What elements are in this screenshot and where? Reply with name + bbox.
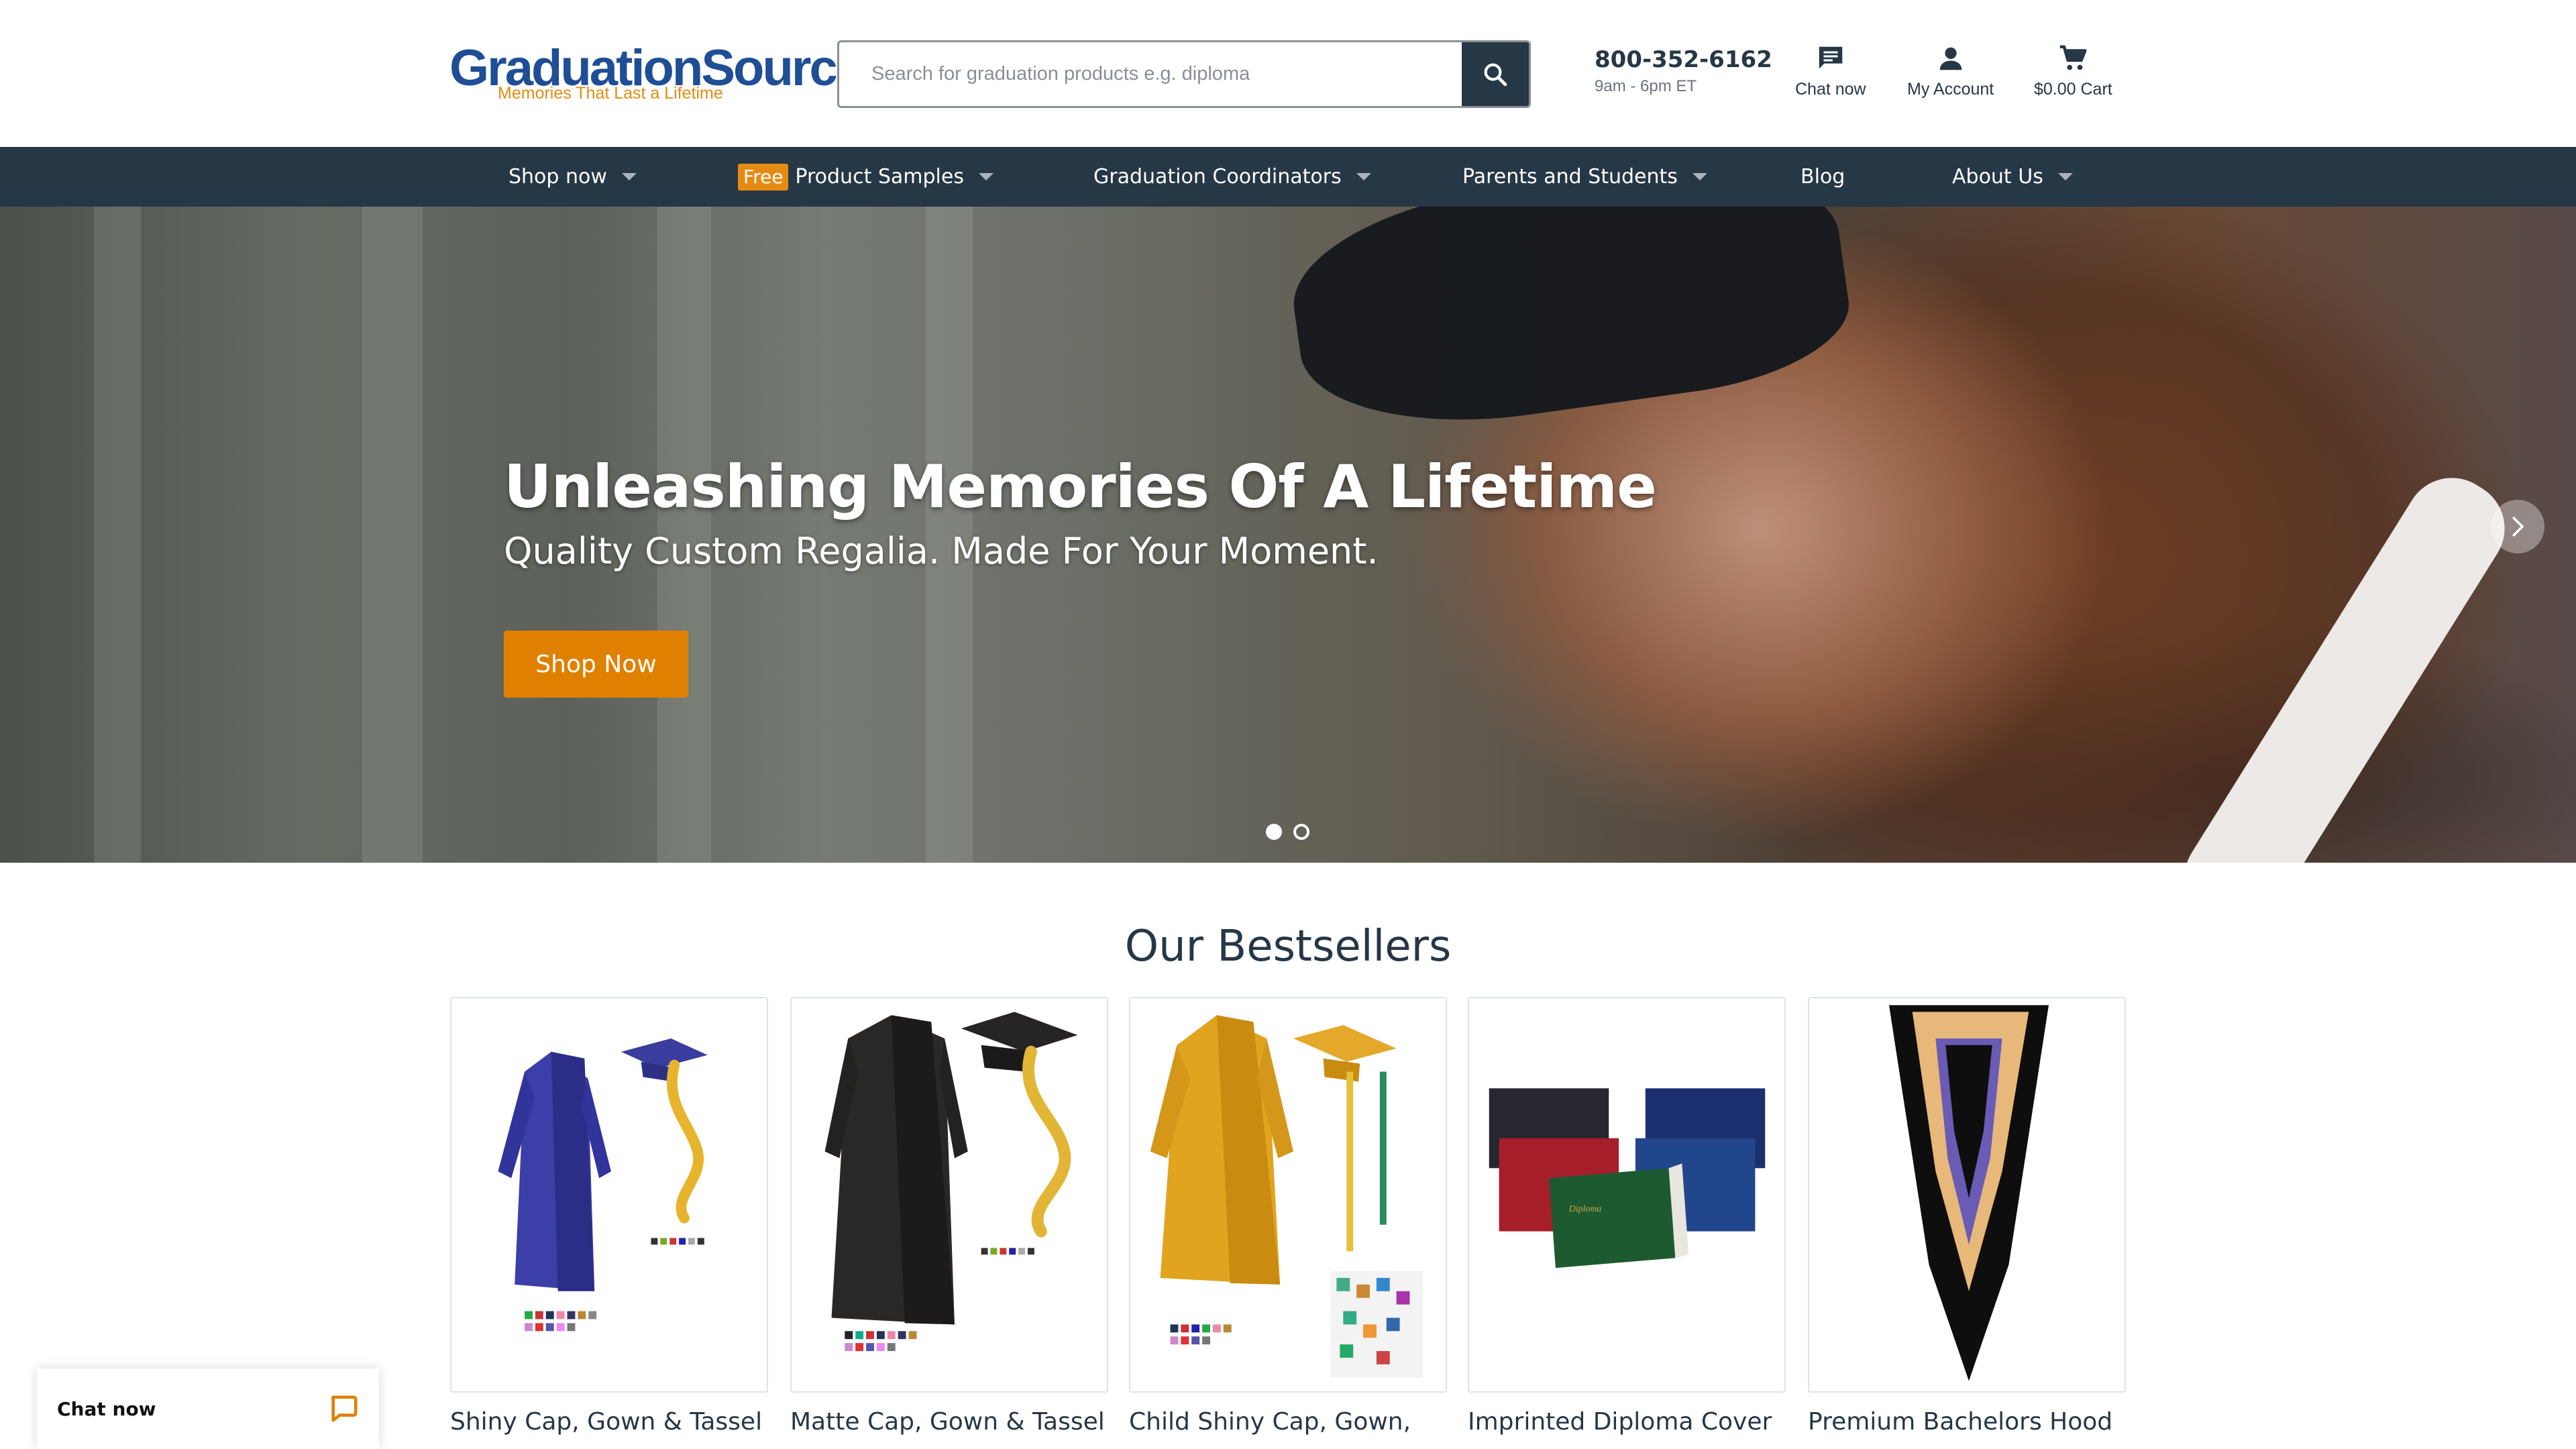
- nav-shop-now[interactable]: Shop now: [508, 147, 637, 207]
- chevron-down-icon: [978, 173, 994, 180]
- product-card-shiny-cap-gown[interactable]: [450, 997, 768, 1393]
- phone-contact[interactable]: 800-352-6162 9am - 6pm ET: [1595, 44, 1772, 98]
- chevron-right-icon: [2512, 517, 2524, 537]
- free-badge: Free: [738, 163, 789, 191]
- nav-blog[interactable]: Blog: [1801, 147, 1845, 207]
- product-title[interactable]: Matte Cap, Gown & Tassel: [790, 1403, 1105, 1441]
- hero-title: Unleashing Memories Of A Lifetime: [504, 452, 1657, 521]
- nav-graduation-coordinators[interactable]: Graduation Coordinators: [1093, 147, 1371, 207]
- chat-widget-label: Chat now: [57, 1397, 156, 1420]
- nav-label: Parents and Students: [1462, 165, 1678, 189]
- product-title[interactable]: Shiny Cap, Gown & Tassel: [450, 1403, 762, 1441]
- cart-label: $0.00 Cart: [2034, 80, 2112, 99]
- svg-text:Diploma: Diploma: [1568, 1204, 1602, 1214]
- product-title[interactable]: Premium Bachelors Hood: [1808, 1403, 2112, 1441]
- chat-label: Chat now: [1795, 80, 1866, 99]
- logo-tagline: Memories That Last a Lifetime: [498, 84, 723, 103]
- search-icon: [1484, 63, 1507, 86]
- nav-label: Shop now: [508, 165, 607, 189]
- nav-about-us[interactable]: About Us: [1952, 147, 2073, 207]
- product-image: [1888, 1005, 2049, 1381]
- logo[interactable]: GraduationSource Memories That Last a Li…: [449, 42, 864, 109]
- hero-subtitle: Quality Custom Regalia. Made For Your Mo…: [504, 530, 1379, 572]
- my-account-button[interactable]: My Account: [1907, 43, 1994, 99]
- search-input[interactable]: [839, 42, 1463, 106]
- carousel-dot-2[interactable]: [1293, 824, 1309, 840]
- product-card-child-shiny[interactable]: [1129, 997, 1447, 1393]
- chevron-down-icon: [621, 173, 637, 180]
- carousel-dot-1[interactable]: [1266, 824, 1282, 840]
- chat-icon: [1819, 46, 1843, 69]
- search-bar: [837, 40, 1531, 108]
- chevron-down-icon: [2057, 173, 2073, 180]
- nav-label: Graduation Coordinators: [1093, 165, 1342, 189]
- product-image: [1150, 1015, 1424, 1378]
- phone-number[interactable]: 800-352-6162: [1595, 44, 1772, 75]
- nav-label: Blog: [1801, 165, 1845, 189]
- account-label: My Account: [1907, 80, 1994, 99]
- product-image: [498, 1038, 708, 1332]
- site-header: GraduationSource Memories That Last a Li…: [0, 0, 2576, 147]
- chat-bubble-icon: [331, 1395, 358, 1422]
- product-title[interactable]: Child Shiny Cap, Gown,: [1129, 1403, 1411, 1441]
- product-image: Diploma: [1489, 1088, 1766, 1269]
- nav-product-samples[interactable]: Free Product Samples: [738, 147, 994, 207]
- chevron-down-icon: [1356, 173, 1371, 180]
- hero-banner: Unleashing Memories Of A Lifetime Qualit…: [0, 207, 2576, 863]
- product-card-matte-cap-gown[interactable]: [790, 997, 1108, 1393]
- product-image: [824, 1012, 1078, 1352]
- account-icon: [1939, 47, 1962, 70]
- chevron-down-icon: [1692, 173, 1707, 180]
- header-chat-button[interactable]: Chat now: [1795, 43, 1866, 99]
- carousel-next-button[interactable]: [2491, 500, 2544, 553]
- product-title[interactable]: Imprinted Diploma Cover: [1468, 1403, 1772, 1441]
- cart-button[interactable]: $0.00 Cart: [2034, 43, 2112, 99]
- product-card-bachelors-hood[interactable]: [1808, 997, 2126, 1393]
- search-button[interactable]: [1462, 42, 1529, 106]
- nav-label: About Us: [1952, 165, 2043, 189]
- business-hours: 9am - 6pm ET: [1595, 77, 1697, 95]
- hero-shop-now-button[interactable]: Shop Now: [504, 631, 688, 698]
- nav-label: Product Samples: [795, 165, 964, 189]
- chat-widget[interactable]: Chat now: [37, 1368, 379, 1449]
- main-nav: Shop now Free Product Samples Graduation…: [0, 147, 2576, 207]
- bestsellers-title: Our Bestsellers: [1124, 922, 1452, 971]
- cart-icon: [2060, 45, 2087, 70]
- product-card-diploma-cover[interactable]: Diploma: [1468, 997, 1786, 1393]
- nav-parents-and-students[interactable]: Parents and Students: [1462, 147, 1707, 207]
